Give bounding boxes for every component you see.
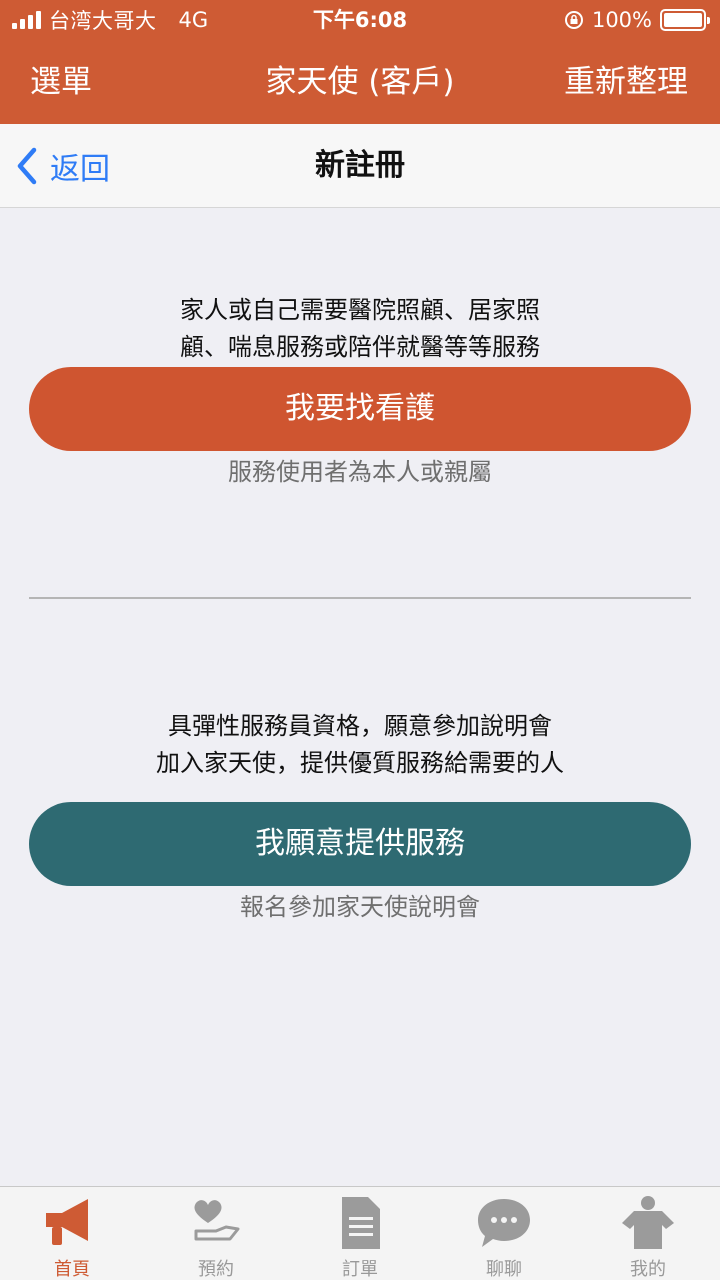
- chat-bubble-icon: [478, 1199, 530, 1247]
- battery-icon: [660, 9, 710, 31]
- network-type: 4G: [178, 8, 209, 32]
- carrier-name: 台湾大哥大: [49, 9, 157, 33]
- provide-service-button[interactable]: 我願意提供服務: [29, 802, 691, 886]
- care-description-line-2: 顧、喘息服務或陪伴就醫等等服務: [180, 333, 540, 361]
- tab-label: 聊聊: [486, 1259, 522, 1280]
- signal-strength-icon: [12, 11, 41, 29]
- tab-label: 訂單: [342, 1259, 378, 1280]
- find-caregiver-button[interactable]: 我要找看護: [29, 367, 691, 451]
- status-bar: 台湾大哥大 4G 下午6:08 100%: [0, 0, 720, 40]
- sub-navigation-bar: 返回 新註冊: [0, 124, 720, 208]
- megaphone-icon: [46, 1199, 88, 1245]
- tab-label: 首頁: [54, 1259, 90, 1280]
- status-right: 100%: [564, 0, 710, 40]
- refresh-button[interactable]: 重新整理: [564, 40, 688, 124]
- back-button[interactable]: 返回: [14, 124, 110, 208]
- tab-profile[interactable]: 我的: [576, 1187, 720, 1280]
- tab-label: 預約: [198, 1259, 234, 1280]
- care-description: 家人或自己需要醫院照顧、居家照 顧、喘息服務或陪伴就醫等等服務: [0, 292, 720, 366]
- tab-orders[interactable]: 訂單: [288, 1187, 432, 1280]
- serve-description-line-1: 具彈性服務員資格，願意參加說明會: [168, 712, 552, 740]
- heart-hand-icon: [194, 1200, 240, 1241]
- serve-description: 具彈性服務員資格，願意參加說明會 加入家天使，提供優質服務給需要的人: [0, 708, 720, 782]
- care-caption: 服務使用者為本人或親屬: [228, 458, 492, 486]
- person-icon: [622, 1196, 674, 1249]
- serve-caption: 報名參加家天使說明會: [240, 893, 480, 921]
- tab-chat[interactable]: 聊聊: [432, 1187, 576, 1280]
- tab-booking[interactable]: 預約: [144, 1187, 288, 1280]
- app-header: 選單 家天使 (客戶) 重新整理: [0, 40, 720, 124]
- tab-bar: 首頁 預約 訂單 聊聊 我的: [0, 1186, 720, 1280]
- battery-percent: 100%: [591, 8, 652, 32]
- back-label: 返回: [50, 152, 110, 187]
- tab-home[interactable]: 首頁: [0, 1187, 144, 1280]
- status-left: 台湾大哥大 4G: [12, 0, 208, 40]
- section-divider: [29, 597, 691, 599]
- rotation-lock-icon: [564, 11, 583, 29]
- serve-description-line-2: 加入家天使，提供優質服務給需要的人: [156, 749, 564, 777]
- menu-button[interactable]: 選單: [30, 40, 92, 124]
- chevron-left-icon: [17, 147, 37, 185]
- care-description-line-1: 家人或自己需要醫院照顧、居家照: [180, 296, 540, 324]
- document-icon: [342, 1197, 380, 1249]
- tab-label: 我的: [630, 1259, 666, 1280]
